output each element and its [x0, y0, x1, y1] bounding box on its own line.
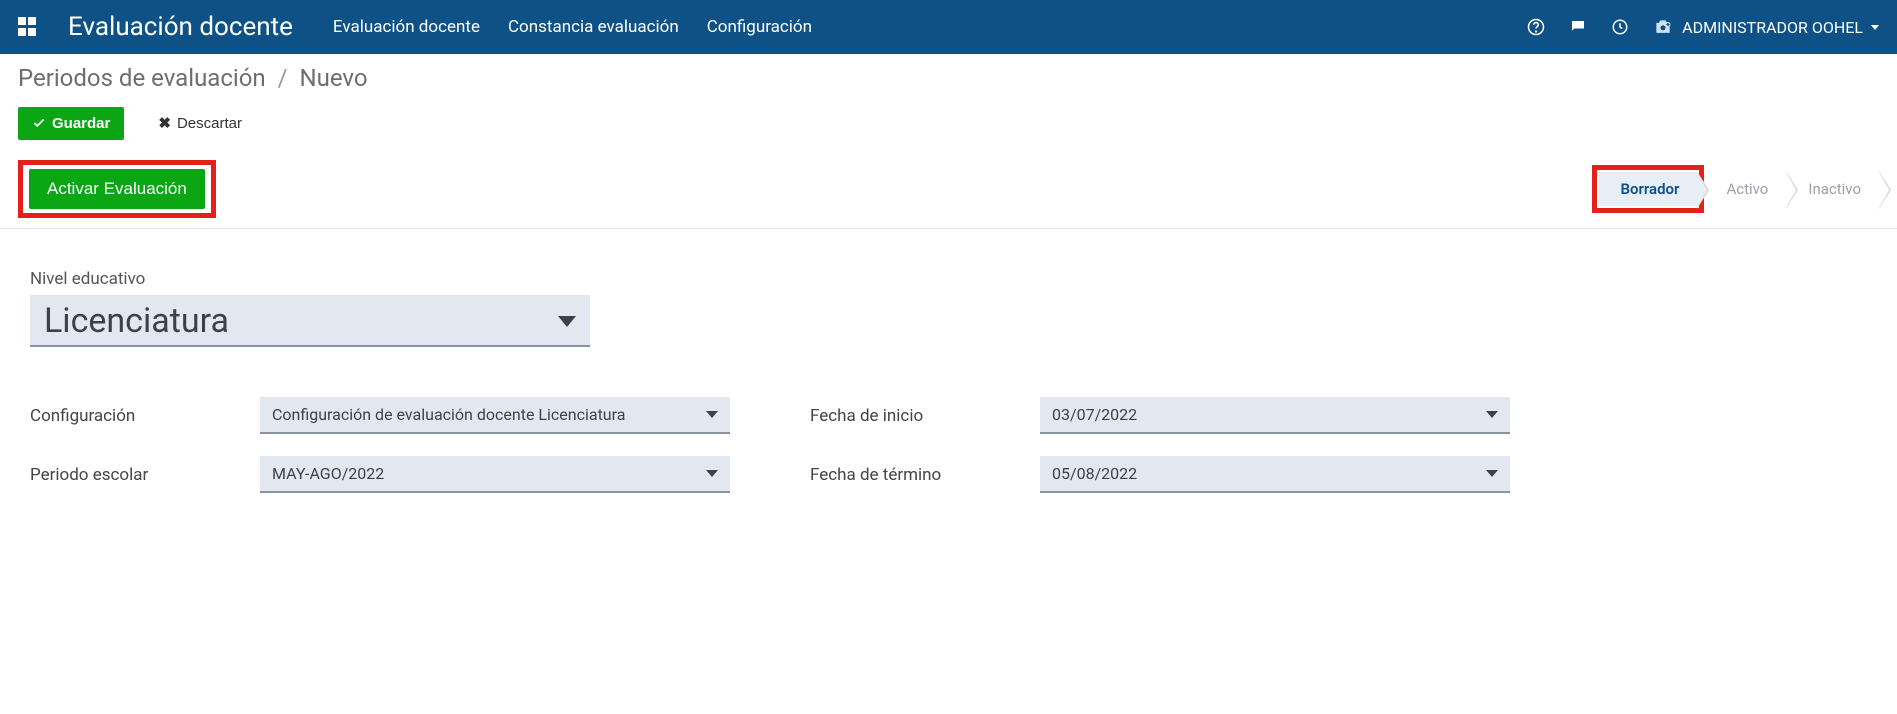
fecha-inicio-label: Fecha de inicio — [810, 406, 1040, 426]
breadcrumb-current: Nuevo — [300, 64, 368, 92]
configuracion-select[interactable]: Configuración de evaluación docente Lice… — [260, 397, 730, 434]
dropdown-icon — [706, 411, 718, 418]
status-step-borrador[interactable]: Borrador — [1599, 172, 1698, 206]
configuracion-value: Configuración de evaluación docente Lice… — [272, 405, 625, 424]
breadcrumb-root[interactable]: Periodos de evaluación — [18, 64, 266, 92]
dropdown-icon — [706, 470, 718, 477]
dropdown-icon — [1486, 470, 1498, 477]
caret-down-icon — [1871, 25, 1879, 30]
user-name: ADMINISTRADOR OOHEL — [1682, 18, 1863, 37]
camera-icon — [1652, 17, 1674, 37]
check-icon — [32, 116, 46, 130]
nav-item-evaluacion[interactable]: Evaluación docente — [333, 17, 480, 37]
form-sheet: Nivel educativo Licenciatura Configuraci… — [0, 229, 1520, 533]
discard-button-label: Descartar — [177, 115, 242, 132]
status-row: Activar Evaluación Borrador Activo Inact… — [0, 148, 1897, 229]
periodo-escolar-label: Periodo escolar — [30, 465, 260, 485]
fecha-termino-value: 05/08/2022 — [1052, 464, 1137, 483]
breadcrumb-separator: / — [278, 64, 288, 92]
fecha-inicio-value: 03/07/2022 — [1052, 405, 1137, 424]
discard-button[interactable]: ✖ Descartar — [144, 106, 256, 140]
highlight-status-borrador: Borrador — [1592, 165, 1705, 213]
activity-icon[interactable] — [1610, 17, 1630, 37]
status-step-inactivo[interactable]: Inactivo — [1786, 172, 1879, 206]
chat-icon[interactable] — [1568, 17, 1588, 37]
brand-title[interactable]: Evaluación docente — [68, 12, 293, 42]
periodo-escolar-value: MAY-AGO/2022 — [272, 464, 384, 483]
close-icon: ✖ — [158, 114, 171, 132]
control-panel: Periodos de evaluación / Nuevo Guardar ✖… — [0, 54, 1897, 140]
dropdown-icon — [558, 316, 576, 327]
nivel-educativo-label: Nivel educativo — [30, 269, 1490, 289]
save-button-label: Guardar — [52, 115, 110, 132]
nav-menu: Evaluación docente Constancia evaluación… — [333, 17, 812, 37]
activate-evaluation-button[interactable]: Activar Evaluación — [29, 169, 205, 209]
status-step-activo[interactable]: Activo — [1704, 172, 1786, 206]
fecha-termino-field[interactable]: 05/08/2022 — [1040, 456, 1510, 493]
periodo-escolar-select[interactable]: MAY-AGO/2022 — [260, 456, 730, 493]
top-navbar: Evaluación docente Evaluación docente Co… — [0, 0, 1897, 54]
nav-item-configuracion[interactable]: Configuración — [707, 17, 812, 37]
nivel-educativo-select[interactable]: Licenciatura — [30, 295, 590, 347]
nav-item-constancia[interactable]: Constancia evaluación — [508, 17, 679, 37]
fecha-termino-label: Fecha de término — [810, 465, 1040, 485]
user-menu[interactable]: ADMINISTRADOR OOHEL — [1652, 17, 1879, 37]
apps-icon[interactable] — [18, 17, 38, 37]
fecha-inicio-field[interactable]: 03/07/2022 — [1040, 397, 1510, 434]
breadcrumb: Periodos de evaluación / Nuevo — [18, 64, 1879, 92]
highlight-activate: Activar Evaluación — [18, 160, 216, 218]
save-button[interactable]: Guardar — [18, 107, 124, 140]
configuracion-label: Configuración — [30, 406, 260, 426]
status-bar: Borrador Activo Inactivo — [1592, 165, 1880, 213]
help-icon[interactable] — [1526, 17, 1546, 37]
dropdown-icon — [1486, 411, 1498, 418]
nivel-educativo-value: Licenciatura — [44, 301, 229, 341]
